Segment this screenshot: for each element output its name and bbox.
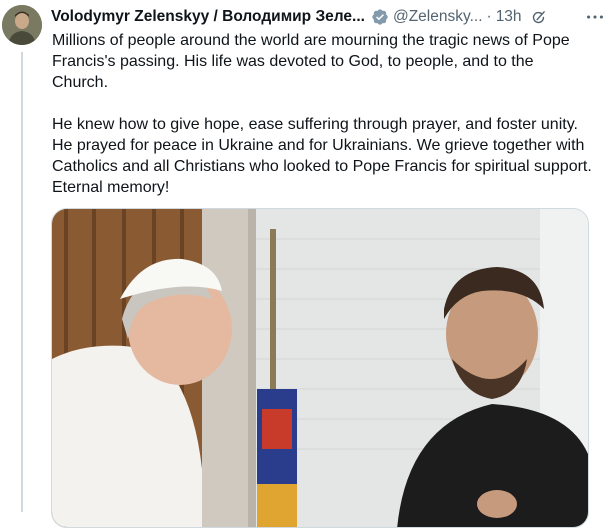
tweet-paragraph: Millions of people around the world are …: [52, 32, 570, 91]
edit-history-icon[interactable]: [530, 9, 547, 26]
author-avatar[interactable]: [2, 5, 42, 45]
author-name[interactable]: Volodymyr Zelenskyy / Володимир Зеле...: [51, 8, 365, 26]
verified-badge-icon[interactable]: [371, 8, 389, 26]
tweet-header: Volodymyr Zelenskyy / Володимир Зеле... …: [51, 6, 606, 28]
separator-dot: ·: [486, 8, 492, 25]
thread-line: [21, 52, 23, 512]
tweet[interactable]: Volodymyr Zelenskyy / Володимир Зеле... …: [0, 0, 614, 528]
tweet-paragraph: He knew how to give hope, ease suffering…: [52, 116, 592, 196]
tweet-photo[interactable]: [51, 208, 589, 528]
more-options-icon[interactable]: [584, 6, 606, 28]
tweet-time[interactable]: 13h: [496, 8, 522, 26]
author-handle[interactable]: @Zelensky...: [393, 8, 483, 26]
tweet-text: Millions of people around the world are …: [52, 30, 592, 219]
